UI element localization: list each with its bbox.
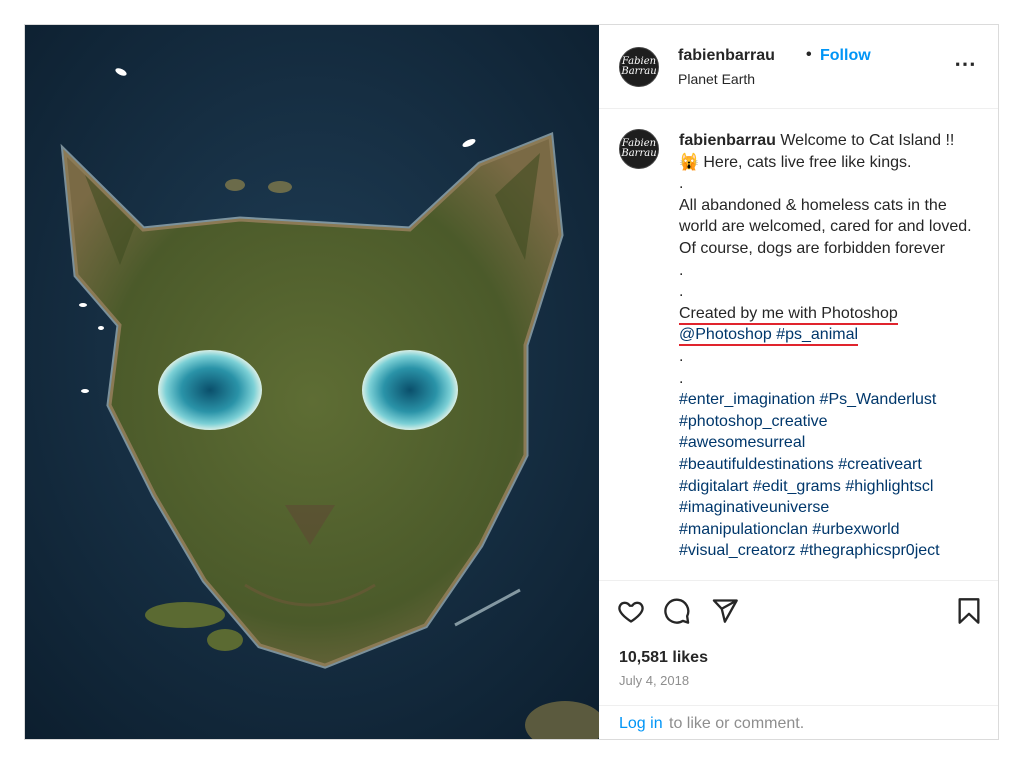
comment-icon[interactable] <box>663 597 691 625</box>
heart-icon[interactable] <box>617 597 645 625</box>
caption-dot: . <box>679 283 684 301</box>
post-date[interactable]: July 4, 2018 <box>619 673 689 688</box>
caption-dot: . <box>679 347 684 365</box>
caption-username[interactable]: fabienbarrau <box>679 132 776 149</box>
login-link[interactable]: Log in <box>619 715 663 733</box>
hashtag-line[interactable]: #manipulationclan #urbexworld <box>679 519 979 541</box>
avatar-text-2: Barrau <box>621 148 657 159</box>
post-header: Fabien Barrau fabienbarrau • Follow Plan… <box>599 25 998 109</box>
caption-line-2: Here, cats live free like kings. <box>698 153 912 171</box>
follow-button[interactable]: Follow <box>820 47 871 65</box>
hashtag-line[interactable]: #enter_imagination #Ps_Wanderlust <box>679 389 979 411</box>
avatar-text-2: Barrau <box>621 66 657 77</box>
instagram-post: Fabien Barrau fabienbarrau • Follow Plan… <box>24 24 999 740</box>
caption-line-5: Created by me with Photoshop <box>679 304 898 325</box>
login-prompt-text: to like or comment. <box>669 715 805 732</box>
cat-emoji-icon: 🙀 <box>679 153 699 171</box>
caption-area[interactable]: Fabien Barrau fabienbarrau Welcome to Ca… <box>599 109 998 577</box>
bookmark-icon[interactable] <box>955 597 983 625</box>
caption-dot: . <box>679 261 684 279</box>
hashtag-line[interactable]: #imaginativeuniverse <box>679 497 979 519</box>
hashtag-line[interactable]: #photoshop_creative <box>679 411 979 433</box>
separator-dot: • <box>806 46 812 63</box>
author-avatar[interactable]: Fabien Barrau <box>619 47 659 87</box>
mention-link[interactable]: @Photoshop <box>679 326 772 343</box>
post-side-panel: Fabien Barrau fabienbarrau • Follow Plan… <box>599 25 998 739</box>
like-count[interactable]: 10,581 likes <box>619 649 708 667</box>
hashtag-line[interactable]: #digitalart #edit_grams #highlightscl <box>679 476 979 498</box>
caption-dot: . <box>679 369 684 387</box>
caption-line-3: All abandoned & homeless cats in the wor… <box>679 196 972 236</box>
hashtag-link[interactable]: #ps_animal <box>776 326 858 343</box>
hashtag-line[interactable]: #awesomesurreal <box>679 432 979 454</box>
caption-avatar[interactable]: Fabien Barrau <box>619 129 659 169</box>
hashtag-line[interactable]: #visual_creatorz #thegraphicspr0ject <box>679 540 979 562</box>
post-image[interactable] <box>25 25 599 739</box>
caption-line-4: Of course, dogs are forbidden forever <box>679 239 945 257</box>
share-icon[interactable] <box>711 597 739 625</box>
location-link[interactable]: Planet Earth <box>678 71 755 87</box>
hashtag-line[interactable]: #beautifuldestinations #creativeart <box>679 454 979 476</box>
caption-dot: . <box>679 175 684 193</box>
login-prompt: Log in to like or comment. <box>599 705 998 739</box>
author-username[interactable]: fabienbarrau <box>678 47 775 65</box>
caption-intro: Welcome to Cat Island !! <box>775 132 955 149</box>
action-bar: 10,581 likes July 4, 2018 <box>599 580 998 706</box>
post-caption: fabienbarrau Welcome to Cat Island !! 🙀 … <box>679 130 979 562</box>
more-options-icon[interactable]: ⋯ <box>954 51 977 77</box>
